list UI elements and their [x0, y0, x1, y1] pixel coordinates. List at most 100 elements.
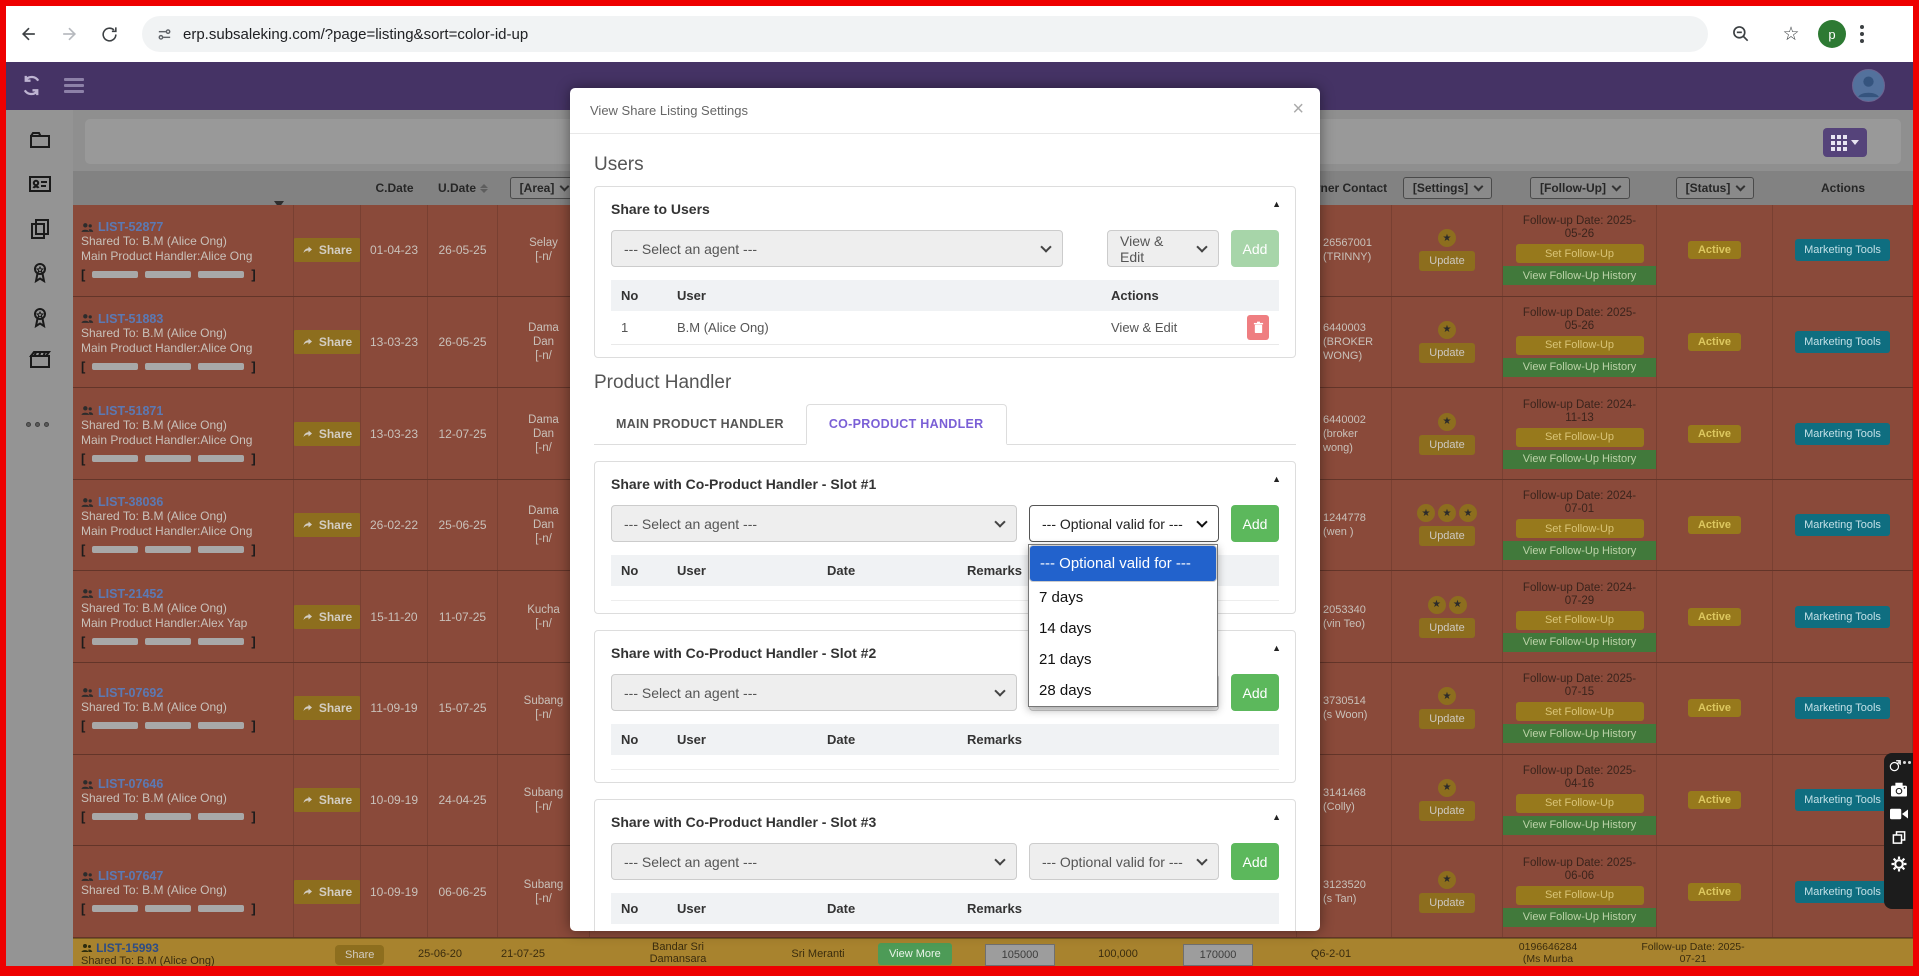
share-button[interactable]: Share — [294, 880, 361, 904]
view-toggle-button[interactable] — [1823, 128, 1867, 157]
sort-icon[interactable] — [480, 184, 488, 193]
view-followup-history-button[interactable]: View Follow-Up History — [1503, 358, 1657, 377]
update-button[interactable]: Update — [1419, 251, 1474, 271]
browser-menu-button[interactable] — [1856, 21, 1868, 47]
close-icon[interactable]: × — [1292, 98, 1304, 121]
dropdown-option[interactable]: 28 days — [1029, 675, 1217, 706]
listing-link[interactable]: LIST-38036 — [98, 495, 163, 509]
price-box[interactable]: 105000 — [985, 944, 1055, 966]
sidebar-item-promotions[interactable] — [28, 305, 52, 329]
view-followup-history-button[interactable]: View Follow-Up History — [1503, 816, 1657, 835]
collapse-icon[interactable]: ▲ — [1272, 643, 1281, 653]
listing-link[interactable]: LIST-51883 — [98, 312, 163, 326]
share-button[interactable]: Share — [294, 513, 361, 537]
share-button[interactable]: Share — [294, 696, 361, 720]
collapse-icon[interactable]: ▲ — [1272, 474, 1281, 484]
site-settings-icon[interactable] — [156, 26, 173, 43]
delete-user-button[interactable] — [1247, 315, 1269, 340]
user-avatar[interactable] — [1852, 69, 1885, 102]
view-followup-history-button[interactable]: View Follow-Up History — [1503, 266, 1657, 285]
star-badge-icon[interactable]: ★ — [1438, 504, 1456, 522]
update-button[interactable]: Update — [1419, 618, 1474, 638]
sidebar-item-contacts[interactable] — [28, 172, 52, 196]
add-user-button[interactable]: Add — [1231, 230, 1279, 267]
set-followup-button[interactable]: Set Follow-Up — [1516, 428, 1644, 447]
listing-link[interactable]: LIST-21452 — [98, 587, 163, 601]
listing-link[interactable]: LIST-07647 — [98, 869, 163, 883]
listing-link[interactable]: LIST-52877 — [98, 220, 163, 234]
share-button[interactable]: Share — [294, 330, 361, 354]
set-followup-button[interactable]: Set Follow-Up — [1516, 611, 1644, 630]
view-followup-history-button[interactable]: View Follow-Up History — [1503, 541, 1657, 560]
marketing-tools-button[interactable]: Marketing Tools — [1795, 514, 1890, 536]
valid-for-select[interactable]: --- Optional valid for --- — [1029, 843, 1219, 880]
header-status[interactable]: [Status] — [1657, 177, 1773, 199]
sidebar-item-awards[interactable] — [28, 260, 52, 284]
star-badge-icon[interactable]: ★ — [1438, 687, 1456, 705]
bookmark-button[interactable]: ☆ — [1774, 17, 1808, 51]
camera-icon[interactable] — [1890, 782, 1908, 798]
agent-select[interactable]: --- Select an agent --- — [611, 505, 1017, 542]
header-followup[interactable]: [Follow-Up] — [1503, 177, 1657, 199]
update-button[interactable]: Update — [1419, 709, 1474, 729]
view-followup-history-button[interactable]: View Follow-Up History — [1503, 724, 1657, 743]
refresh-button[interactable] — [92, 17, 126, 51]
gear-icon[interactable] — [1889, 854, 1909, 874]
windows-icon[interactable] — [1891, 830, 1907, 845]
dropdown-option[interactable]: --- Optional valid for --- — [1029, 545, 1217, 582]
marketing-tools-button[interactable]: Marketing Tools — [1795, 789, 1890, 811]
update-button[interactable]: Update — [1419, 526, 1474, 546]
dropdown-option[interactable]: 14 days — [1029, 613, 1217, 644]
collapse-icon[interactable]: ▲ — [1272, 199, 1281, 209]
header-udate[interactable]: U.Date — [428, 181, 498, 195]
star-badge-icon[interactable]: ★ — [1438, 413, 1456, 431]
marketing-tools-button[interactable]: Marketing Tools — [1795, 331, 1890, 353]
zoom-button[interactable] — [1724, 17, 1758, 51]
share-button[interactable]: Share — [335, 945, 384, 965]
dropdown-option[interactable]: 21 days — [1029, 644, 1217, 675]
sidebar-item-more[interactable] — [26, 422, 49, 427]
marketing-tools-button[interactable]: Marketing Tools — [1795, 423, 1890, 445]
menu-toggle-button[interactable] — [64, 78, 84, 93]
tab-co-product-handler[interactable]: CO-PRODUCT HANDLER — [806, 404, 1007, 445]
share-button[interactable]: Share — [294, 238, 361, 262]
view-followup-history-button[interactable]: View Follow-Up History — [1503, 633, 1657, 652]
update-button[interactable]: Update — [1419, 893, 1474, 913]
marketing-tools-button[interactable]: Marketing Tools — [1795, 697, 1890, 719]
star-badge-icon[interactable]: ★ — [1438, 779, 1456, 797]
dropdown-option[interactable]: 7 days — [1029, 582, 1217, 613]
price-box[interactable]: 170000 — [1183, 944, 1253, 966]
header-cdate[interactable]: C.Date — [361, 181, 428, 195]
video-icon[interactable] — [1890, 807, 1908, 821]
star-badge-icon[interactable]: ★ — [1449, 596, 1467, 614]
listing-link[interactable]: LIST-15993 — [96, 941, 159, 955]
set-followup-button[interactable]: Set Follow-Up — [1516, 244, 1644, 263]
share-button[interactable]: Share — [294, 422, 361, 446]
star-badge-icon[interactable]: ★ — [1417, 504, 1435, 522]
set-followup-button[interactable]: Set Follow-Up — [1516, 794, 1644, 813]
marketing-tools-button[interactable]: Marketing Tools — [1795, 239, 1890, 261]
sidebar-item-documents[interactable] — [28, 217, 52, 241]
star-badge-icon[interactable]: ★ — [1438, 229, 1456, 247]
collapse-icon[interactable]: ▲ — [1272, 812, 1281, 822]
share-button[interactable]: Share — [294, 788, 361, 812]
header-settings[interactable]: [Settings] — [1392, 177, 1503, 199]
update-button[interactable]: Update — [1419, 435, 1474, 455]
ellipsis-icon[interactable] — [1898, 761, 1911, 764]
set-followup-button[interactable]: Set Follow-Up — [1516, 336, 1644, 355]
set-followup-button[interactable]: Set Follow-Up — [1516, 519, 1644, 538]
view-followup-history-button[interactable]: View Follow-Up History — [1503, 450, 1657, 469]
share-button[interactable]: Share — [294, 605, 361, 629]
view-followup-history-button[interactable]: View Follow-Up History — [1503, 908, 1657, 927]
add-co-handler-button[interactable]: Add — [1231, 505, 1279, 542]
update-button[interactable]: Update — [1419, 343, 1474, 363]
add-co-handler-button[interactable]: Add — [1231, 674, 1279, 711]
listing-link[interactable]: LIST-07646 — [98, 777, 163, 791]
listing-link[interactable]: LIST-51871 — [98, 404, 163, 418]
address-bar[interactable]: erp.subsaleking.com/?page=listing&sort=c… — [142, 16, 1708, 52]
star-badge-icon[interactable]: ★ — [1428, 596, 1446, 614]
star-badge-icon[interactable]: ★ — [1438, 321, 1456, 339]
sidebar-item-listings[interactable] — [28, 128, 52, 152]
back-button[interactable] — [12, 17, 46, 51]
set-followup-button[interactable]: Set Follow-Up — [1516, 702, 1644, 721]
